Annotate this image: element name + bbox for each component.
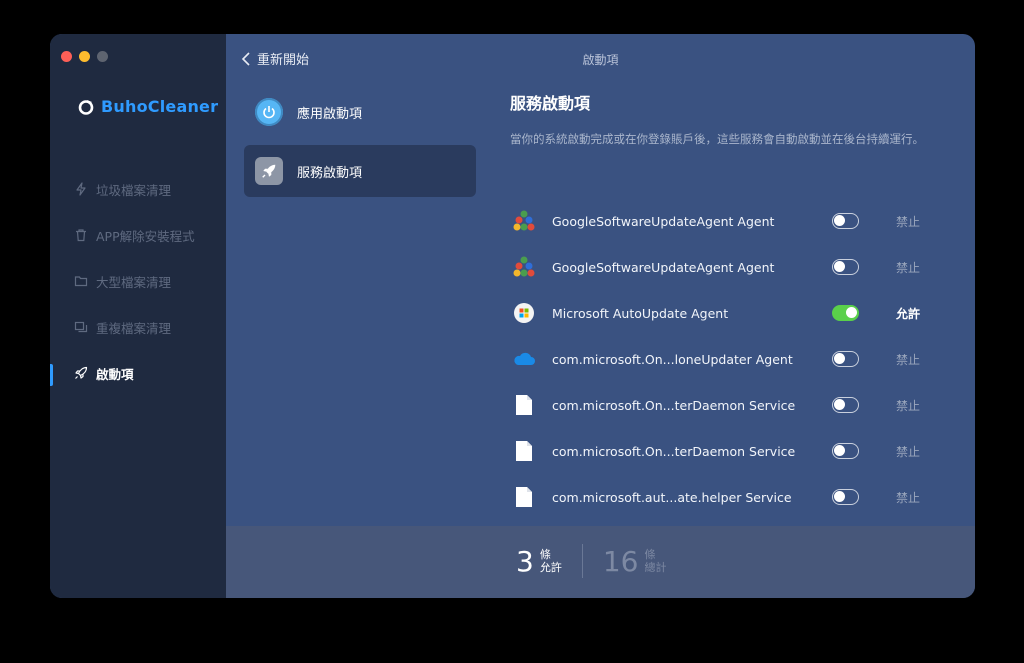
- tab-label: 服務啟動項: [297, 165, 363, 181]
- sidebar-nav: 垃圾檔案清理 APP解除安裝程式 大型檔案清理 重複檔案清理 啟動項: [50, 166, 226, 396]
- startup-stats: 3 條 允許 16 條 總計: [516, 544, 666, 578]
- app-window: BuhoCleaner 垃圾檔案清理 APP解除安裝程式 大型檔案清理 重複檔案…: [50, 34, 975, 598]
- service-toggle[interactable]: [832, 489, 859, 505]
- folder-icon: [74, 276, 88, 287]
- service-toggle[interactable]: [832, 397, 859, 413]
- sidebar-item-label: APP解除安裝程式: [96, 228, 195, 244]
- list-item: Microsoft AutoUpdate Agent 允許: [510, 290, 930, 336]
- status-label: 允許: [896, 307, 921, 321]
- sidebar-item-label: 垃圾檔案清理: [96, 182, 172, 198]
- list-item: GoogleSoftwareUpdateAgent Agent 禁止: [510, 198, 930, 244]
- service-name: GoogleSoftwareUpdateAgent Agent: [552, 259, 775, 275]
- allowed-unit: 條: [539, 548, 551, 561]
- status-label: 禁止: [896, 215, 921, 229]
- startup-category-list: 應用啟動項 服務啟動項: [244, 86, 476, 204]
- service-name: com.microsoft.On...terDaemon Service: [552, 397, 796, 413]
- allowed-labels: 條 允許: [540, 548, 562, 574]
- service-name: com.microsoft.On...loneUpdater Agent: [552, 351, 793, 367]
- list-item: com.microsoft.On...loneUpdater Agent 禁止: [510, 336, 930, 382]
- rocket-icon: [255, 157, 283, 185]
- sidebar-item-label: 啟動項: [96, 366, 134, 382]
- total-number: 16: [602, 544, 639, 578]
- service-toggle[interactable]: [832, 213, 859, 229]
- file-icon: [510, 391, 538, 419]
- sidebar-item-duplicates[interactable]: 重複檔案清理: [50, 304, 226, 350]
- list-item: com.microsoft.On...terDaemon Service 禁止: [510, 428, 930, 474]
- allowed-count: 3 條 允許: [516, 545, 562, 578]
- onedrive-icon: [510, 345, 538, 373]
- status-label: 禁止: [896, 491, 921, 505]
- status-label: 禁止: [896, 261, 921, 275]
- content-header: 服務啟動項 當你的系統啟動完成或在你登錄賬戶後，這些服務會自動啟動並在後台持續運…: [510, 86, 940, 148]
- service-toggle[interactable]: [832, 443, 859, 459]
- allowed-label: 允許: [539, 561, 562, 574]
- file-icon: [510, 483, 538, 511]
- zoom-window-button[interactable]: [97, 51, 108, 62]
- google-update-icon: [510, 207, 538, 235]
- trash-icon: [76, 229, 86, 242]
- sidebar-item-app-uninstaller[interactable]: APP解除安裝程式: [50, 212, 226, 258]
- rocket-icon: [75, 366, 88, 379]
- window-controls: [61, 51, 108, 62]
- status-label: 禁止: [896, 353, 921, 367]
- total-label: 總計: [644, 561, 667, 574]
- sidebar-item-label: 重複檔案清理: [96, 320, 172, 336]
- stats-divider: [581, 544, 583, 578]
- app-name: BuhoCleaner: [101, 97, 219, 116]
- total-unit: 條: [644, 548, 656, 561]
- close-window-button[interactable]: [61, 51, 72, 62]
- tab-label: 應用啟動項: [297, 106, 363, 122]
- service-name: Microsoft AutoUpdate Agent: [552, 305, 729, 321]
- status-label: 禁止: [896, 399, 921, 413]
- window-title: 啟動項: [582, 53, 619, 67]
- section-description: 當你的系統啟動完成或在你登錄賬戶後，這些服務會自動啟動並在後台持續運行。: [510, 132, 924, 146]
- list-item: GoogleSoftwareUpdateAgent Agent 禁止: [510, 244, 930, 290]
- total-labels: 條 總計: [644, 548, 666, 574]
- sidebar-item-label: 大型檔案清理: [96, 274, 172, 290]
- service-name: com.microsoft.On...terDaemon Service: [552, 443, 796, 459]
- sidebar-item-junk-cleanup[interactable]: 垃圾檔案清理: [50, 166, 226, 212]
- service-toggle[interactable]: [832, 351, 859, 367]
- list-item: com.microsoft.On...terDaemon Service 禁止: [510, 382, 930, 428]
- total-count: 16 條 總計: [603, 545, 667, 578]
- list-item: com.microsoft.aut...ate.helper Service 禁…: [510, 474, 930, 520]
- summary-footer: 3 條 允許 16 條 總計: [226, 526, 975, 598]
- google-update-icon: [510, 253, 538, 281]
- service-toggle[interactable]: [832, 259, 859, 275]
- service-name: com.microsoft.aut...ate.helper Service: [552, 489, 792, 505]
- main-panel: 重新開始 啟動項 應用啟動項 服務啟動項 服務啟動項 當你的系統啟動完成或在你登…: [226, 34, 975, 598]
- tab-app-startup[interactable]: 應用啟動項: [244, 86, 476, 138]
- duplicate-icon: [74, 321, 88, 333]
- sidebar: BuhoCleaner 垃圾檔案清理 APP解除安裝程式 大型檔案清理 重複檔案…: [50, 34, 226, 598]
- brand: BuhoCleaner: [78, 97, 218, 116]
- allowed-number: 3: [516, 544, 534, 578]
- bolt-icon: [76, 182, 86, 196]
- service-name: GoogleSoftwareUpdateAgent Agent: [552, 213, 775, 229]
- buho-logo-icon: [78, 99, 94, 115]
- tab-service-startup[interactable]: 服務啟動項: [244, 145, 476, 197]
- section-title: 服務啟動項: [510, 94, 591, 113]
- service-list: GoogleSoftwareUpdateAgent Agent 禁止 Googl…: [510, 198, 930, 520]
- service-toggle[interactable]: [832, 305, 859, 321]
- topbar: 重新開始 啟動項: [226, 34, 975, 84]
- sidebar-item-large-files[interactable]: 大型檔案清理: [50, 258, 226, 304]
- minimize-window-button[interactable]: [79, 51, 90, 62]
- power-icon: [255, 98, 283, 126]
- sidebar-item-startup[interactable]: 啟動項: [50, 350, 226, 396]
- file-icon: [510, 437, 538, 465]
- microsoft-autoupdate-icon: [510, 299, 538, 327]
- status-label: 禁止: [896, 445, 921, 459]
